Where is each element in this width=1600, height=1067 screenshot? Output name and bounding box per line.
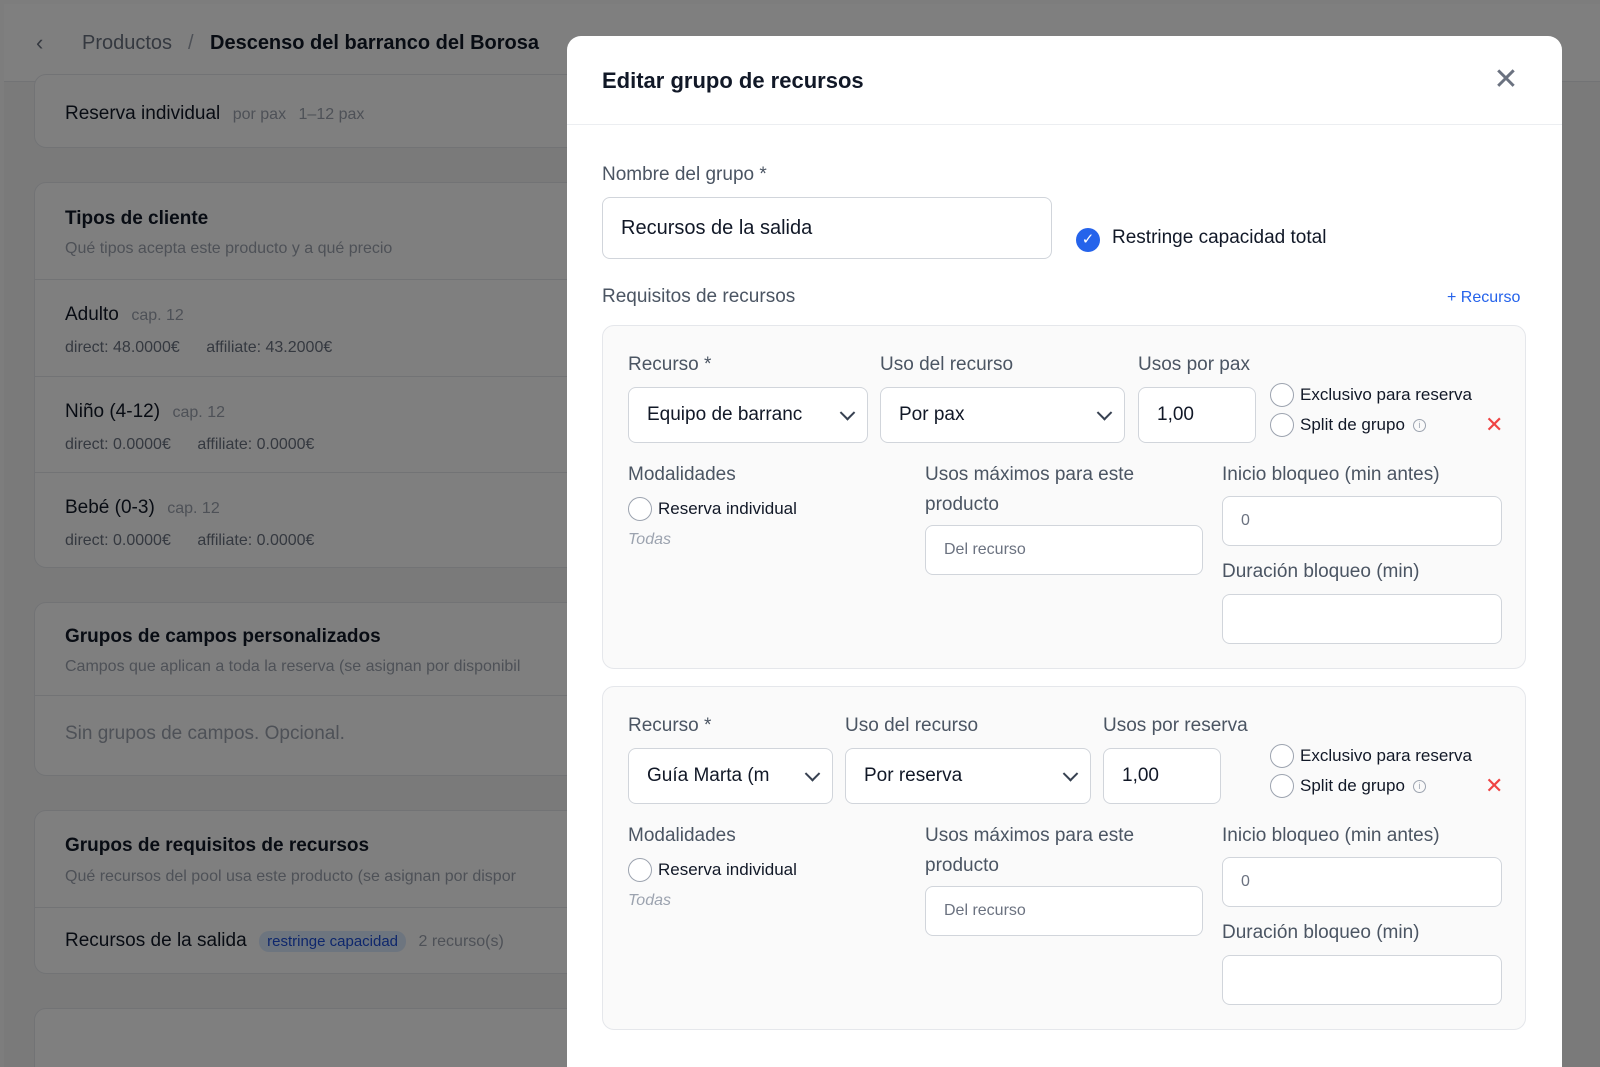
exclusive-checkbox[interactable] bbox=[1270, 383, 1294, 407]
chevron-down-icon bbox=[1062, 766, 1079, 782]
resource-requirement-card: Recurso * Guía Marta (m Uso del recurso … bbox=[602, 686, 1526, 1030]
modality-checkbox[interactable] bbox=[628, 858, 652, 882]
split-group-label: Split de grupo bbox=[1300, 776, 1405, 795]
usage-select[interactable]: Por pax bbox=[880, 387, 1125, 443]
block-start-field[interactable]: 0 bbox=[1222, 496, 1502, 546]
restrict-capacity-label[interactable]: Restringe capacidad total bbox=[1112, 227, 1326, 249]
uses-per-label: Usos por reserva bbox=[1103, 715, 1248, 736]
usage-select[interactable]: Por reserva bbox=[845, 748, 1091, 804]
modalities-label: Modalidades bbox=[628, 825, 736, 846]
max-uses-label-line2: producto bbox=[925, 494, 999, 515]
block-duration-field[interactable] bbox=[1222, 955, 1502, 1005]
uses-per-label: Usos por pax bbox=[1138, 354, 1250, 375]
info-icon[interactable]: i bbox=[1412, 419, 1426, 433]
chevron-down-icon bbox=[1096, 405, 1113, 421]
chevron-down-icon bbox=[804, 766, 821, 782]
resource-label: Recurso * bbox=[628, 354, 712, 375]
group-name-field[interactable]: Recursos de la salida bbox=[602, 197, 1052, 259]
exclusive-checkbox[interactable] bbox=[1270, 744, 1294, 768]
block-duration-label: Duración bloqueo (min) bbox=[1222, 922, 1420, 943]
modality-option-label: Reserva individual bbox=[658, 499, 797, 518]
modality-hint: Todas bbox=[628, 892, 671, 909]
resource-select-value: Equipo de barranc bbox=[647, 404, 803, 425]
add-resource-button[interactable]: + Recurso bbox=[1447, 289, 1520, 307]
edit-resource-group-modal: Editar grupo de recursos ✕ Nombre del gr… bbox=[567, 36, 1562, 1067]
usage-label: Uso del recurso bbox=[845, 715, 979, 736]
modalities-label: Modalidades bbox=[628, 464, 736, 485]
block-start-label: Inicio bloqueo (min antes) bbox=[1222, 825, 1440, 846]
checkbox-checked-icon[interactable]: ✓ bbox=[1076, 228, 1100, 252]
modal-title: Editar grupo de recursos bbox=[602, 68, 864, 93]
split-group-checkbox[interactable] bbox=[1270, 413, 1294, 437]
resource-select[interactable]: Guía Marta (m bbox=[628, 748, 833, 804]
max-uses-field[interactable]: Del recurso bbox=[925, 886, 1203, 936]
block-duration-field[interactable] bbox=[1222, 594, 1502, 644]
remove-requirement-icon[interactable]: ✕ bbox=[1485, 773, 1503, 799]
usage-label: Uso del recurso bbox=[880, 354, 1014, 375]
max-uses-label-line2: producto bbox=[925, 855, 999, 876]
close-icon[interactable]: ✕ bbox=[1491, 65, 1521, 96]
max-uses-label: Usos máximos para este bbox=[925, 825, 1135, 846]
uses-per-field[interactable]: 1,00 bbox=[1138, 387, 1256, 443]
group-name-label: Nombre del grupo * bbox=[602, 164, 767, 185]
modality-checkbox[interactable] bbox=[628, 497, 652, 521]
resource-requirement-card: Recurso * Equipo de barranc Uso del recu… bbox=[602, 325, 1526, 669]
chevron-down-icon bbox=[839, 405, 856, 421]
resource-label: Recurso * bbox=[628, 715, 712, 736]
exclusive-label: Exclusivo para reserva bbox=[1300, 385, 1472, 404]
modal-header: Editar grupo de recursos ✕ bbox=[567, 36, 1562, 125]
modality-option-label: Reserva individual bbox=[658, 860, 797, 879]
block-start-label: Inicio bloqueo (min antes) bbox=[1222, 464, 1440, 485]
max-uses-field[interactable]: Del recurso bbox=[925, 525, 1203, 575]
usage-select-value: Por reserva bbox=[864, 765, 963, 786]
remove-requirement-icon[interactable]: ✕ bbox=[1485, 412, 1503, 438]
modality-hint: Todas bbox=[628, 531, 671, 548]
split-group-checkbox[interactable] bbox=[1270, 774, 1294, 798]
resource-select-value: Guía Marta (m bbox=[647, 765, 770, 786]
usage-select-value: Por pax bbox=[899, 404, 965, 425]
max-uses-label: Usos máximos para este bbox=[925, 464, 1135, 485]
resource-select[interactable]: Equipo de barranc bbox=[628, 387, 868, 443]
block-start-field[interactable]: 0 bbox=[1222, 857, 1502, 907]
requirements-label: Requisitos de recursos bbox=[602, 286, 796, 307]
exclusive-label: Exclusivo para reserva bbox=[1300, 746, 1472, 765]
uses-per-field[interactable]: 1,00 bbox=[1103, 748, 1221, 804]
info-icon[interactable]: i bbox=[1412, 780, 1426, 794]
split-group-label: Split de grupo bbox=[1300, 415, 1405, 434]
block-duration-label: Duración bloqueo (min) bbox=[1222, 561, 1420, 582]
